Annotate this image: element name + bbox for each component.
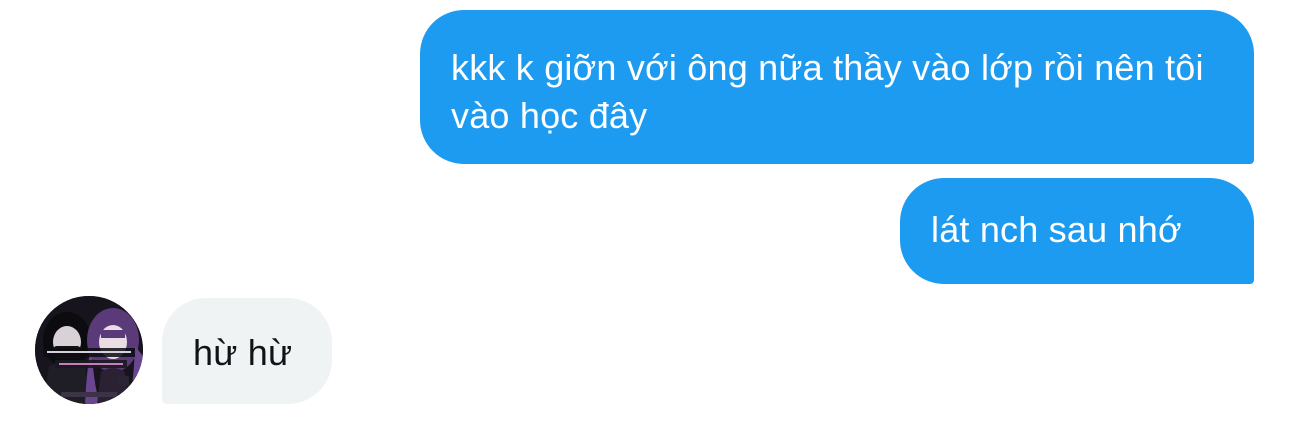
message-text: lát nch sau nhớ [931, 209, 1182, 250]
avatar-image [35, 296, 143, 404]
incoming-message-bubble[interactable]: hừ hừ [162, 298, 332, 404]
outgoing-message-bubble[interactable]: lát nch sau nhớ [900, 178, 1254, 284]
outgoing-message-bubble[interactable]: kkk k giỡn với ông nữa thầy vào lớp rồi … [420, 10, 1254, 164]
message-text: hừ hừ [193, 332, 293, 373]
message-text: kkk k giỡn với ông nữa thầy vào lớp rồi … [451, 47, 1204, 136]
avatar[interactable] [35, 296, 143, 404]
